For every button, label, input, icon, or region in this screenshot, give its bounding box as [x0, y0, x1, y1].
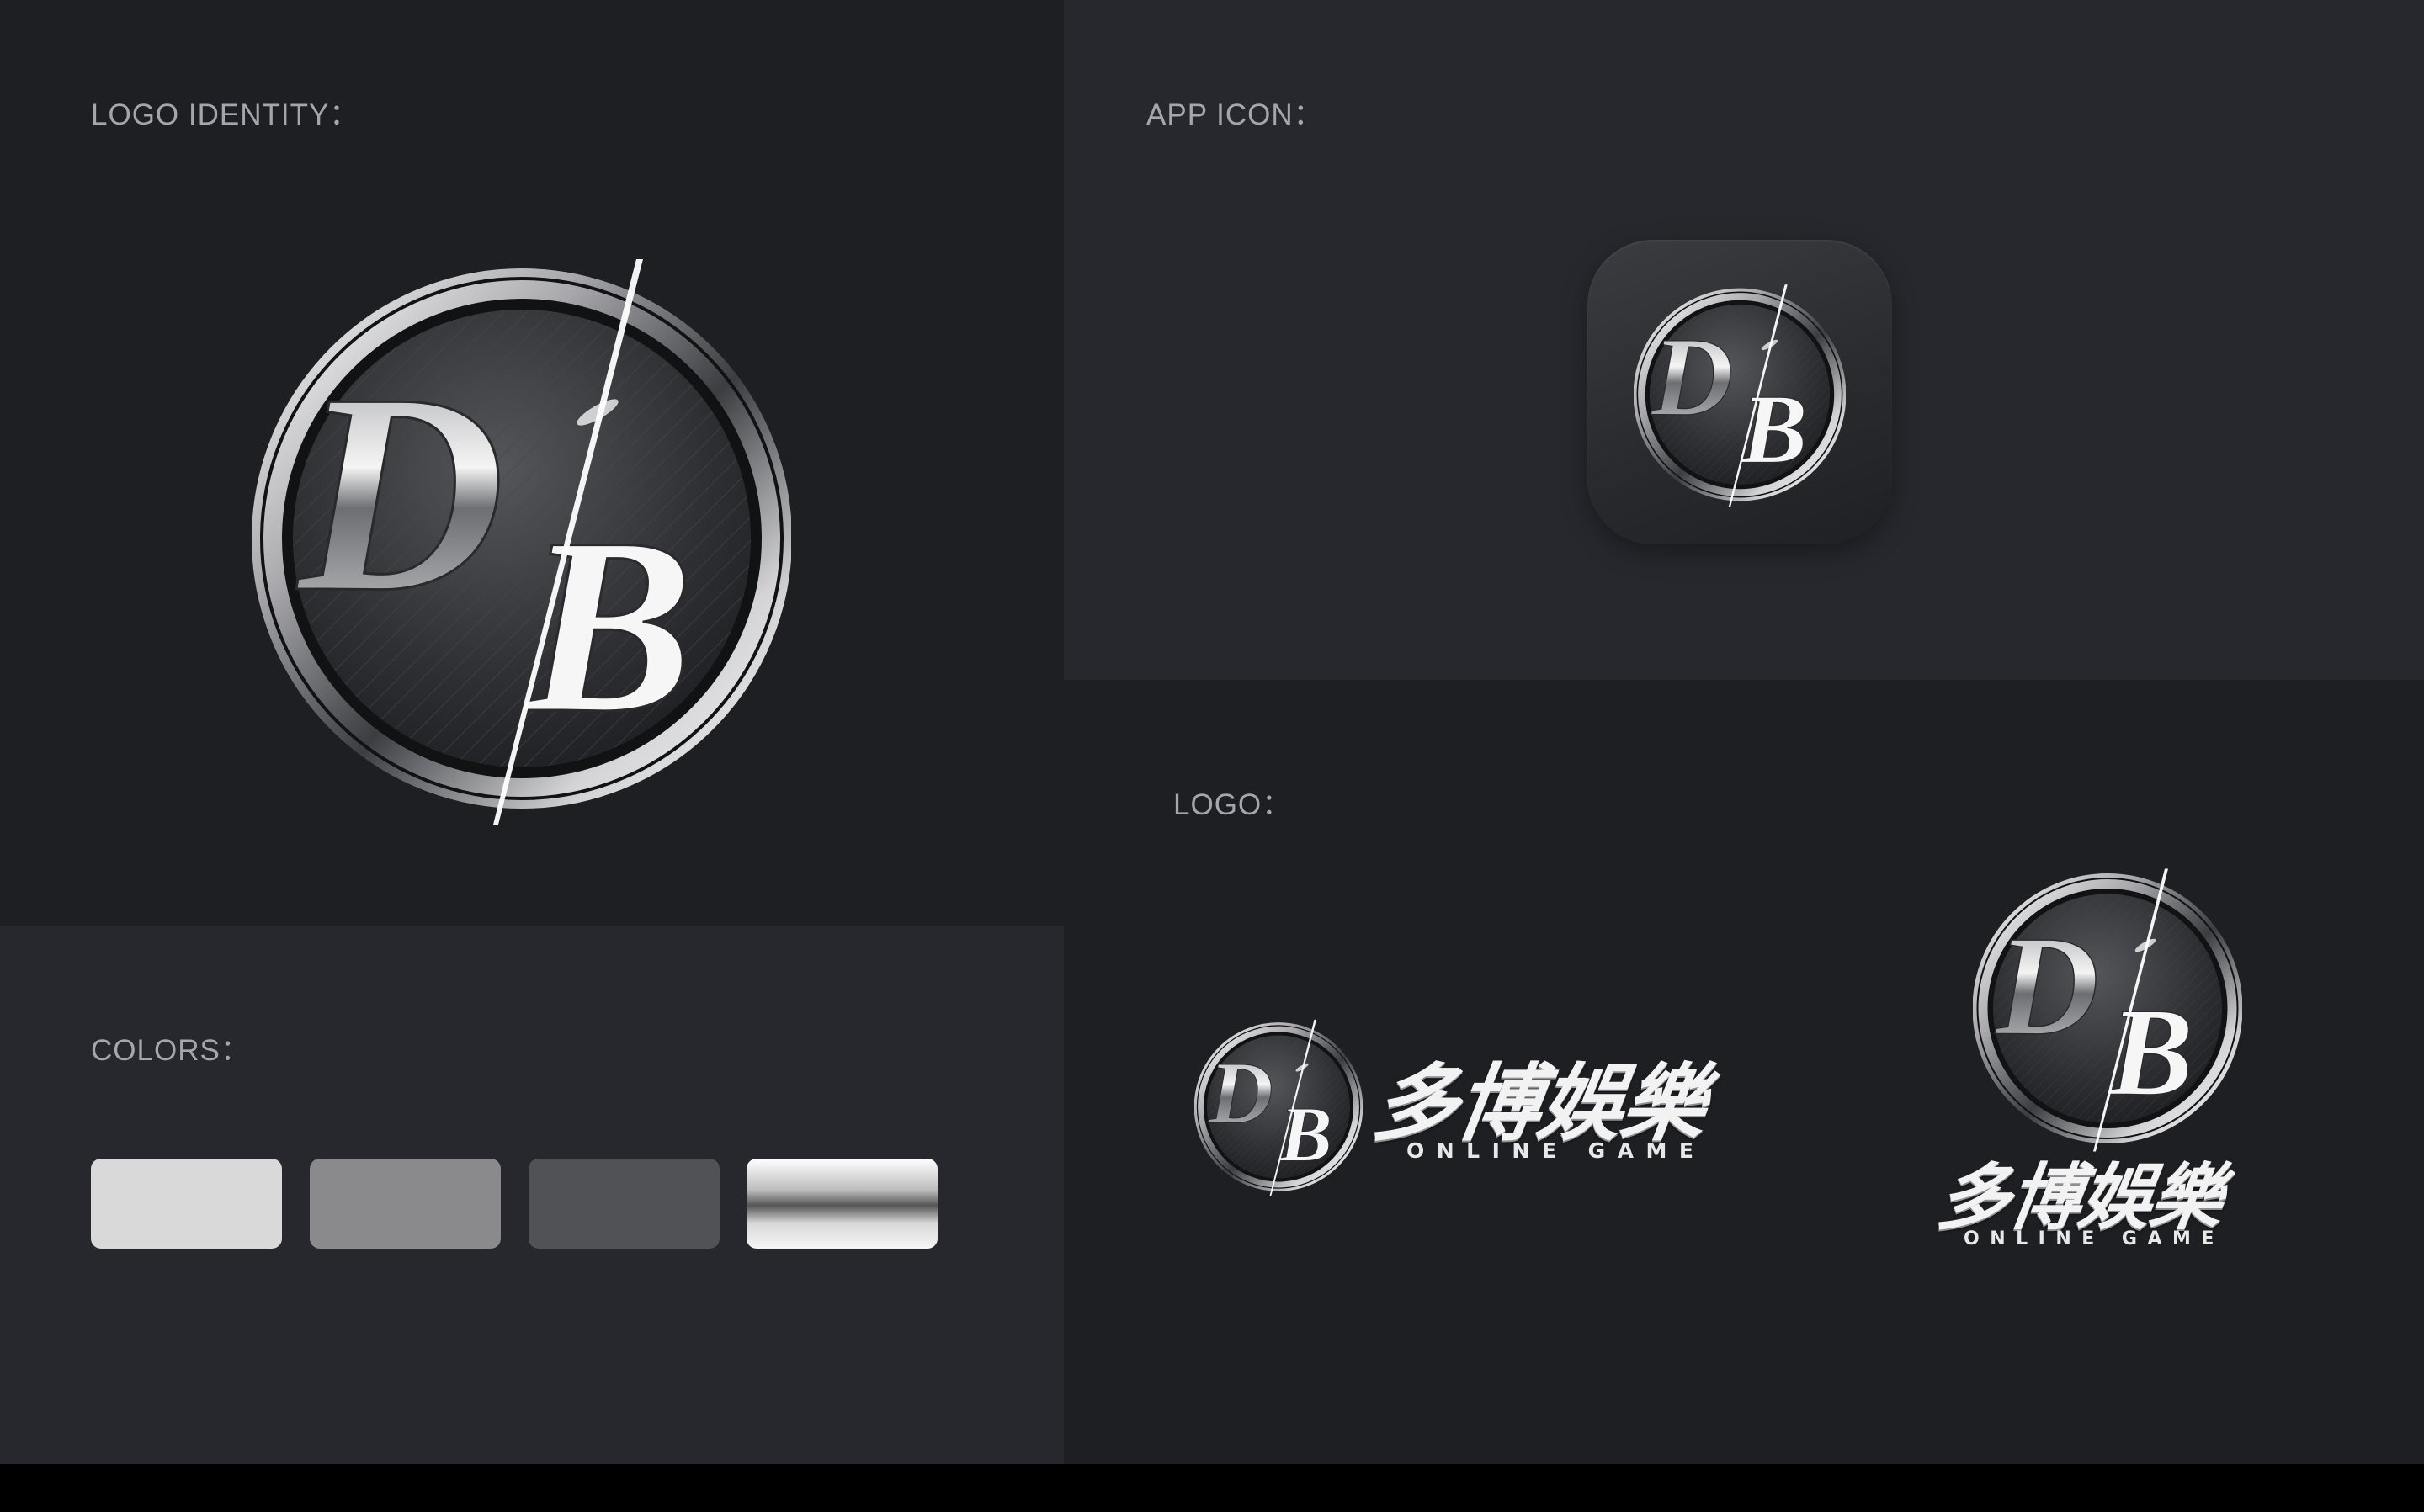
- app-icon-panel: APP ICON： DB: [1064, 0, 2424, 680]
- brand-subtitle-horizontal: ONLINE GAME: [1406, 1138, 1706, 1163]
- colors-label: COLORS：: [91, 1034, 251, 1067]
- color-swatch-light-gray: [91, 1159, 282, 1249]
- svg-text:D: D: [1651, 315, 1733, 439]
- db-emblem-large: DB: [252, 252, 792, 825]
- logo-identity-panel: LOGO IDENTITY： DB: [0, 0, 1064, 926]
- color-swatch-metallic-gradient: [747, 1159, 938, 1249]
- bottom-strip: [0, 1464, 2424, 1512]
- app-icon-tile: DB: [1587, 240, 1892, 544]
- svg-text:D: D: [294, 334, 505, 651]
- color-swatch-mid-gray: [310, 1159, 501, 1249]
- logo-panel: LOGO： DB 多博娛樂 ONLINE GAME DB 多博娛樂 ONLINE…: [1064, 680, 2424, 1464]
- svg-text:D: D: [1994, 907, 2099, 1065]
- db-emblem-app: DB: [1633, 282, 1847, 507]
- svg-text:D: D: [1208, 1042, 1273, 1142]
- app-icon-label: APP ICON：: [1146, 98, 1324, 131]
- db-emblem-horizontal: DB: [1193, 1016, 1364, 1197]
- brand-subtitle-vertical: ONLINE GAME: [1964, 1228, 2225, 1249]
- db-emblem-vertical: DB: [1972, 863, 2243, 1154]
- color-swatch-dark-gray: [529, 1159, 720, 1249]
- logo-identity-label: LOGO IDENTITY：: [91, 98, 360, 131]
- colors-panel: COLORS：: [0, 926, 1064, 1464]
- logo-label: LOGO：: [1173, 788, 1293, 821]
